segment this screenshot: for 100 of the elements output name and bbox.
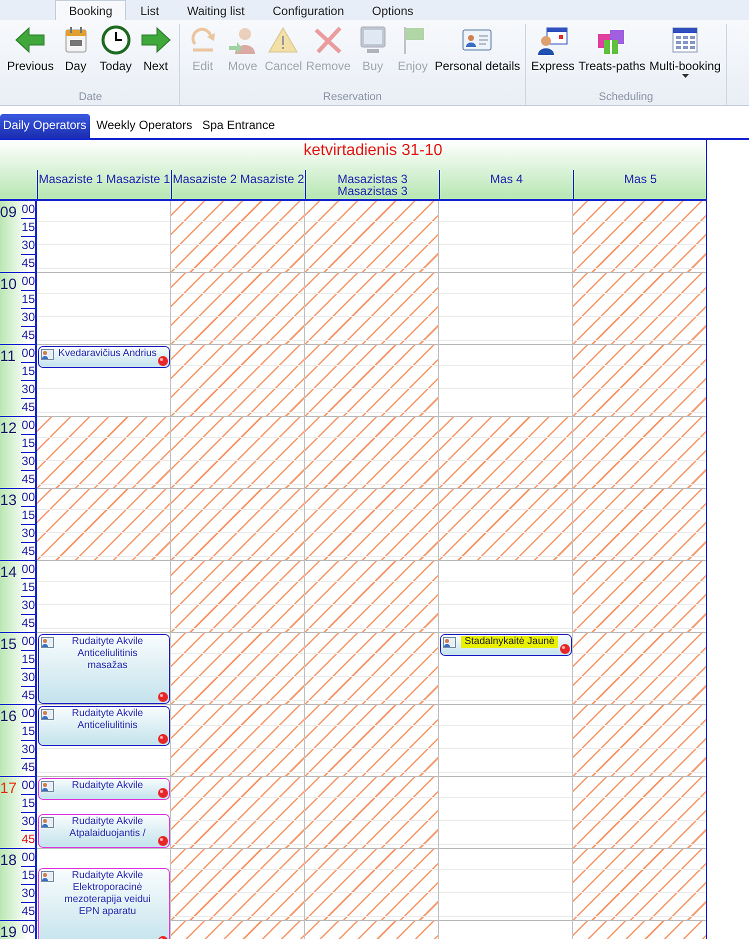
- appointment-card[interactable]: Stadalnykaitė Jaunė: [440, 634, 572, 656]
- minute-label: 15: [21, 435, 35, 453]
- appointment-text: Rudaityte Akvile: [70, 636, 144, 648]
- ribbon-tab[interactable]: Booking: [55, 0, 126, 20]
- appointment-text: Rudaityte Akvile: [70, 780, 144, 792]
- minute-label: 00: [21, 849, 35, 867]
- hour-label: 19: [0, 923, 18, 939]
- id-card-icon: [41, 781, 54, 792]
- hour-label: 11: [0, 347, 17, 367]
- appointment-text: Stadalnykaitė Jaunė: [461, 636, 558, 648]
- minute-label: 15: [21, 723, 35, 741]
- hour-label: 13: [0, 491, 18, 511]
- appointment-card[interactable]: Rudaityte Akvile Atpalaiduojantis /: [38, 814, 170, 848]
- minute-label: 45: [21, 615, 35, 632]
- ribbon-tab[interactable]: Options: [358, 0, 428, 20]
- appointment-card[interactable]: Kvedaravičius Andrius: [38, 346, 170, 368]
- minute-label: 30: [21, 453, 35, 471]
- appointment-card[interactable]: Rudaityte Akvile Anticeliulitinis: [38, 706, 170, 746]
- view-tab[interactable]: Weekly Operators: [93, 114, 196, 138]
- hour-label: 12: [0, 419, 18, 439]
- minute-label: 15: [21, 795, 35, 813]
- status-ball-icon: [560, 644, 570, 654]
- column-header: Masaziste 1 Masaziste 1: [37, 170, 171, 199]
- minute-label: 30: [21, 381, 35, 399]
- right-arrow-icon: [140, 24, 172, 56]
- column-header: Masazistas 3 Masazistas 3: [305, 170, 439, 199]
- appointment-card[interactable]: Rudaityte Akvile Elektroporacinė mezoterapija veidui EPN aparatu: [38, 868, 170, 939]
- minute-label: 30: [21, 669, 35, 687]
- ribbon-button[interactable]: Personal details: [434, 24, 522, 91]
- minute-label: 30: [21, 525, 35, 543]
- appointment-text: Rudaityte Akvile: [70, 708, 144, 720]
- column-header: Masaziste 2 Masaziste 2: [171, 170, 305, 199]
- hour-label: 17: [0, 779, 18, 799]
- minute-label: 45: [21, 687, 35, 704]
- status-ball-icon: [158, 692, 168, 702]
- minute-label: 15: [21, 291, 35, 309]
- minute-label: 30: [21, 237, 35, 255]
- minute-label: 30: [21, 813, 35, 831]
- appointment-text: Kvedaravičius Andrius: [57, 348, 158, 360]
- status-ball-icon: [158, 356, 168, 366]
- minute-label: 15: [21, 219, 35, 237]
- ribbon-tab[interactable]: Waiting list: [173, 0, 259, 20]
- hour-label: 15: [0, 635, 18, 655]
- id-card-icon: [443, 637, 456, 648]
- appointment-text: Atpalaiduojantis /: [68, 828, 147, 840]
- minute-label: 45: [21, 255, 35, 272]
- minute-label: 15: [21, 579, 35, 597]
- minute-label: 00: [21, 489, 35, 507]
- appointment-text: Anticeliulitinis masažas: [76, 648, 139, 672]
- cross-icon: [312, 24, 344, 56]
- ribbon-tab[interactable]: Configuration: [258, 0, 358, 20]
- ribbon-button[interactable]: Next: [136, 24, 175, 91]
- minute-label: 00: [21, 705, 35, 723]
- minute-label: 30: [21, 741, 35, 759]
- minute-label: 00: [21, 921, 35, 938]
- hour-label: 09: [0, 203, 18, 223]
- ribbon-button[interactable]: Today: [96, 24, 135, 91]
- minute-label: 00: [21, 273, 35, 291]
- ribbon-button[interactable]: Multi-booking: [648, 24, 722, 91]
- minute-label: 45: [21, 831, 35, 848]
- appointment-card[interactable]: Rudaityte Akvile Anticeliulitinis masažas: [38, 634, 170, 704]
- appointment-card[interactable]: Rudaityte Akvile: [38, 778, 170, 800]
- ribbon-tab[interactable]: List: [126, 0, 174, 20]
- ribbon-button[interactable]: Previous: [6, 24, 55, 91]
- status-ball-icon: [158, 734, 168, 744]
- minute-label: 30: [21, 885, 35, 903]
- id-card-icon: [41, 709, 54, 720]
- ribbon-button[interactable]: Day: [56, 24, 95, 91]
- view-tab[interactable]: Daily Operators: [0, 114, 90, 138]
- minute-label: 45: [21, 399, 35, 416]
- ribbon-button[interactable]: Express: [530, 24, 576, 91]
- id-card-icon: [41, 817, 54, 828]
- minute-label: 45: [21, 759, 35, 776]
- appointment-text: Rudaityte Akvile: [70, 816, 144, 828]
- hour-label: 10: [0, 275, 18, 295]
- minute-label: 30: [21, 597, 35, 615]
- column-header: Mas 4: [439, 170, 573, 199]
- minute-label: 00: [21, 633, 35, 651]
- minute-label: 15: [21, 867, 35, 885]
- id-card-icon: [41, 637, 54, 648]
- minute-label: 45: [21, 327, 35, 344]
- minute-label: 45: [21, 903, 35, 920]
- view-tab[interactable]: Spa Entrance: [199, 114, 279, 138]
- appointment-text: Rudaityte Akvile: [70, 870, 144, 882]
- group-title: Scheduling: [598, 91, 654, 105]
- minute-label: 15: [21, 363, 35, 381]
- group-title: Date: [78, 91, 102, 105]
- minute-label: 30: [21, 309, 35, 327]
- ribbon-button[interactable]: Treats-paths: [577, 24, 646, 91]
- minute-label: 00: [21, 345, 35, 363]
- group-title: Reservation: [323, 91, 382, 105]
- hour-label: 16: [0, 707, 18, 727]
- id-card-icon: [41, 871, 54, 882]
- clock-icon: [100, 24, 132, 56]
- appointment-text: Elektroporacinė mezoterapija veidui EPN aparatu: [63, 882, 152, 918]
- minute-label: 00: [21, 201, 35, 219]
- minute-label: 45: [21, 543, 35, 560]
- hour-label: 18: [0, 851, 18, 871]
- minute-label: 15: [21, 507, 35, 525]
- status-ball-icon: [158, 788, 168, 798]
